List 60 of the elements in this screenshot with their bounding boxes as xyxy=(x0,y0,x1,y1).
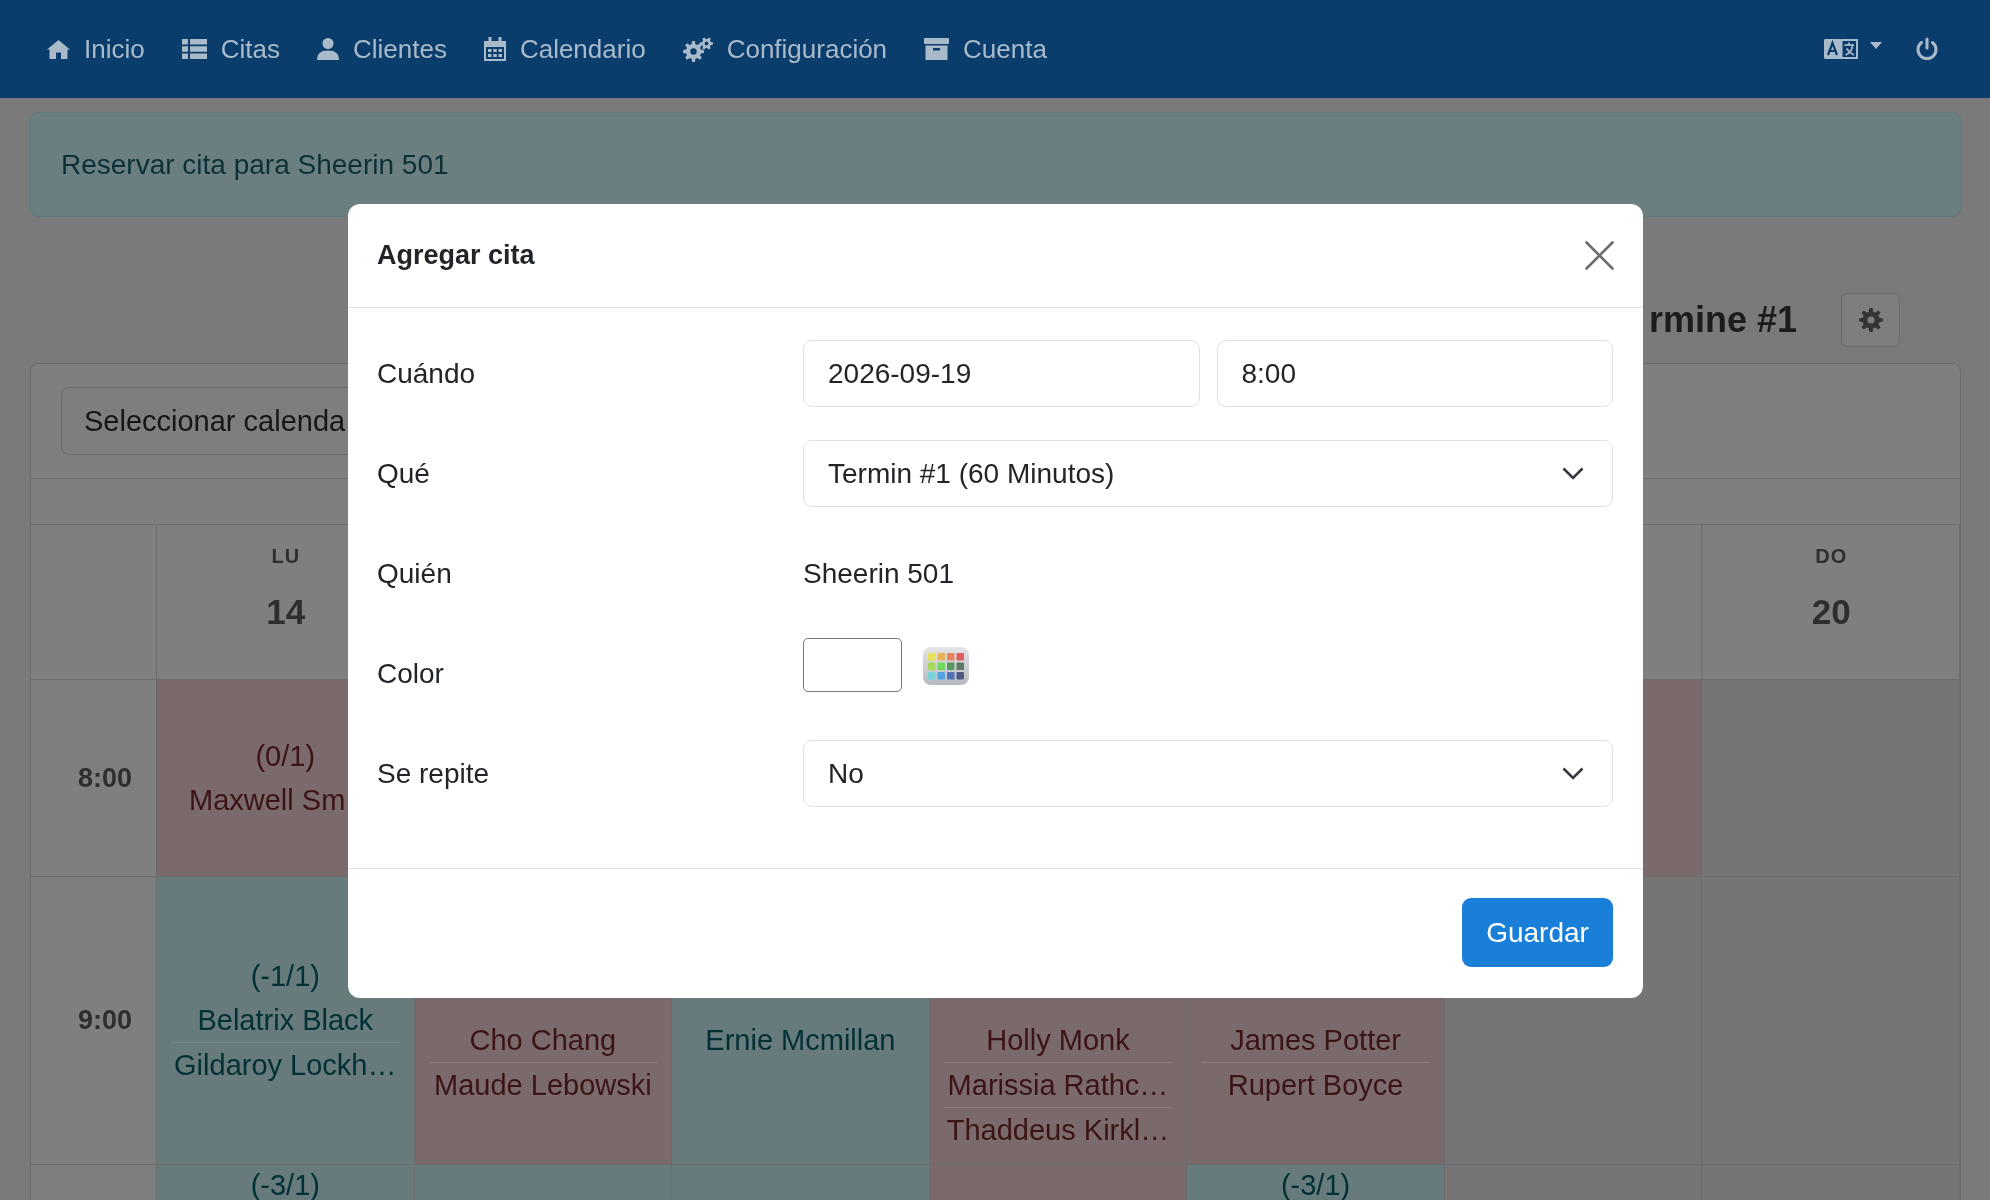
client-name: Holly Monk xyxy=(986,1024,1130,1056)
client-name: James Potter xyxy=(1230,1024,1401,1056)
select-field[interactable]: Termin #1 (60 Minutos) xyxy=(803,440,1613,507)
close-button[interactable] xyxy=(1585,241,1614,270)
time-field[interactable]: 8:00 xyxy=(1216,340,1613,407)
client-name: Maxwell Sm xyxy=(189,784,346,816)
settings-button[interactable] xyxy=(1841,293,1900,347)
slot-count: (-3/1) xyxy=(250,1168,320,1200)
client-name: Marissia Rathc… xyxy=(947,1069,1169,1101)
slot-count: (0/1) xyxy=(255,740,316,772)
nav-link[interactable]: Citas xyxy=(181,33,280,65)
archive-box-icon xyxy=(924,38,950,60)
client-name: Rupert Boyce xyxy=(1227,1069,1404,1101)
nav-link[interactable]: Calendario xyxy=(483,33,646,65)
slot-count: (-1/1) xyxy=(250,960,320,992)
language-button[interactable] xyxy=(1824,38,1882,60)
field-value: Sheerin 501 xyxy=(803,557,955,590)
client-name: Maude Lebowski xyxy=(434,1069,652,1101)
info-banner: Reservar cita para Sheerin 501 xyxy=(30,112,1961,217)
weekday-label: DO xyxy=(1815,544,1848,568)
field-label: Cuándo xyxy=(377,357,477,390)
translate-icon xyxy=(1824,38,1858,60)
day-number: 14 xyxy=(266,592,306,632)
time-label: 9:00 xyxy=(77,1005,132,1036)
time-label: 8:00 xyxy=(77,762,132,794)
dialog-title: Agregar cita xyxy=(377,240,535,271)
client-name: Thaddeus Kirkl… xyxy=(946,1114,1170,1146)
field-label: Quién xyxy=(377,557,453,590)
color-grid-icon[interactable] xyxy=(923,647,969,685)
client-name: Gildaroy Lockh… xyxy=(174,1049,397,1081)
gears-icon xyxy=(682,36,713,62)
color-field[interactable] xyxy=(803,638,902,692)
weekday-label: LU xyxy=(271,544,301,568)
select-field[interactable]: No xyxy=(803,740,1613,807)
chevron-down-icon xyxy=(1562,767,1584,780)
nav-link[interactable]: Cuenta xyxy=(924,33,1047,65)
list-icon xyxy=(181,39,207,59)
save-button[interactable]: Guardar xyxy=(1462,898,1613,967)
power-button[interactable] xyxy=(1916,37,1938,61)
client-name: Cho Chang xyxy=(469,1024,617,1056)
calendar-icon xyxy=(483,37,506,61)
calendar-title: rmine #1 xyxy=(1648,299,1797,341)
settings-icon xyxy=(1858,308,1883,332)
user-icon xyxy=(316,38,339,60)
field-label: Qué xyxy=(377,457,431,490)
close-icon xyxy=(1585,241,1614,270)
power-icon xyxy=(1916,37,1938,61)
client-name: Belatrix Black xyxy=(197,1004,374,1036)
nav-link[interactable]: Configuración xyxy=(682,33,888,65)
client-name: Ernie Mcmillan xyxy=(705,1024,896,1056)
date-field[interactable]: 2026-09-19 xyxy=(803,340,1200,407)
nav-link[interactable]: Inicio xyxy=(47,33,145,65)
time-slot[interactable]: (-3/1) xyxy=(1187,1165,1445,1200)
slot-count: (-3/1) xyxy=(1280,1168,1351,1200)
caret-icon xyxy=(1870,41,1882,49)
time-slot[interactable]: (-3/1) xyxy=(157,1165,415,1200)
day-number: 20 xyxy=(1811,592,1851,632)
nav-link[interactable]: Clientes xyxy=(316,33,447,65)
home-icon xyxy=(47,39,70,59)
chevron-down-icon xyxy=(1562,467,1584,480)
